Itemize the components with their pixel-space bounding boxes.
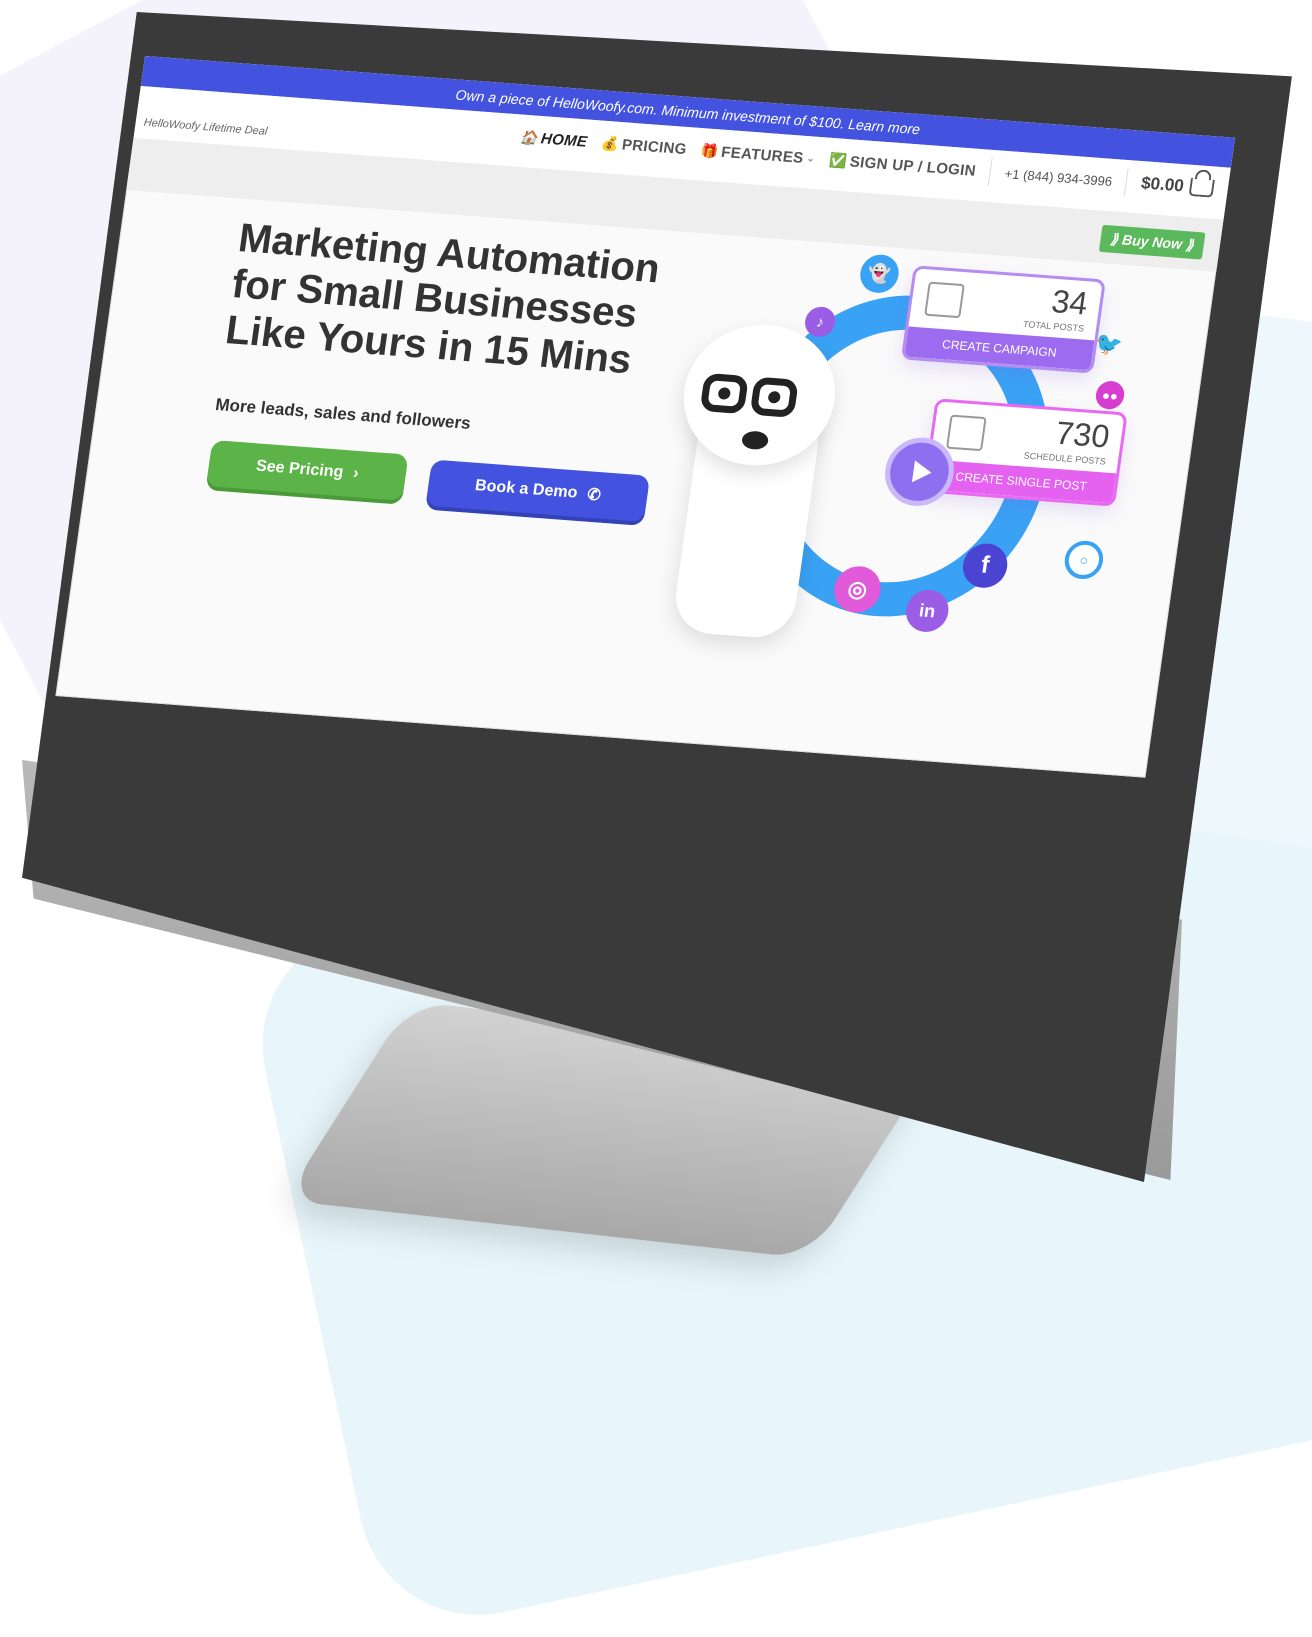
medium-icon: ●● bbox=[1094, 380, 1126, 411]
phone-icon: ✆ bbox=[586, 486, 602, 505]
money-bag-icon: 💰 bbox=[600, 134, 621, 152]
hero-title: Marketing Automation for Small Businesse… bbox=[222, 215, 663, 383]
nav-features-label: FEATURES bbox=[720, 143, 805, 167]
website-screen: Own a piece of HelloWoofy.com. Minimum i… bbox=[55, 56, 1235, 778]
gift-icon: 🎁 bbox=[699, 141, 720, 160]
hero-subtitle: More leads, sales and followers bbox=[214, 394, 472, 433]
schedule-posts-count: 730 bbox=[1053, 414, 1112, 455]
brand-text[interactable]: HelloWoofy Lifetime Deal bbox=[143, 117, 268, 138]
home-icon: 🏠 bbox=[519, 128, 540, 146]
see-pricing-label: See Pricing bbox=[254, 457, 345, 482]
cart-total: $0.00 bbox=[1139, 173, 1186, 196]
see-pricing-button[interactable]: See Pricing › bbox=[206, 440, 409, 501]
check-icon: ✅ bbox=[828, 151, 849, 169]
calendar-icon bbox=[945, 414, 987, 452]
schedule-card: 730 SCHEDULE POSTS CREATE SINGLE POST bbox=[922, 398, 1128, 507]
glasses-lens bbox=[699, 372, 749, 415]
book-demo-button[interactable]: Book a Demo ✆ bbox=[425, 459, 651, 522]
nav-signup[interactable]: ✅ SIGN UP / LOGIN bbox=[828, 151, 977, 179]
phone-number[interactable]: +1 (844) 934-3996 bbox=[1004, 166, 1113, 189]
nav-pricing[interactable]: 💰 PRICING bbox=[600, 134, 688, 157]
nav-home[interactable]: 🏠 HOME bbox=[519, 128, 588, 150]
campaign-card: 34 TOTAL POSTS CREATE CAMPAIGN bbox=[900, 265, 1106, 374]
chevron-down-icon: ⌄ bbox=[805, 152, 816, 165]
cart-icon bbox=[1188, 177, 1215, 198]
chevron-right-icon: › bbox=[352, 464, 360, 483]
alexa-icon: ○ bbox=[1062, 539, 1106, 581]
book-demo-label: Book a Demo bbox=[473, 476, 579, 502]
total-posts-count: 34 bbox=[1049, 282, 1091, 322]
nav-pricing-label: PRICING bbox=[620, 135, 688, 158]
calendar-icon bbox=[924, 281, 965, 319]
cart-button[interactable]: $0.00 bbox=[1140, 173, 1215, 198]
nav-divider bbox=[1124, 168, 1130, 197]
hero-illustration: 👻 ♪ 🐦 ●● W ○ f in ◎ 34 TOTAL POSTS bbox=[627, 218, 1129, 691]
glasses-lens bbox=[749, 376, 799, 418]
dog-glasses bbox=[699, 372, 799, 418]
nav-home-label: HOME bbox=[539, 129, 589, 151]
nav-features[interactable]: 🎁 FEATURES ⌄ bbox=[699, 142, 816, 168]
nav-signup-label: SIGN UP / LOGIN bbox=[848, 152, 978, 180]
nav-divider bbox=[987, 157, 993, 186]
snapchat-icon: 👻 bbox=[857, 253, 902, 295]
